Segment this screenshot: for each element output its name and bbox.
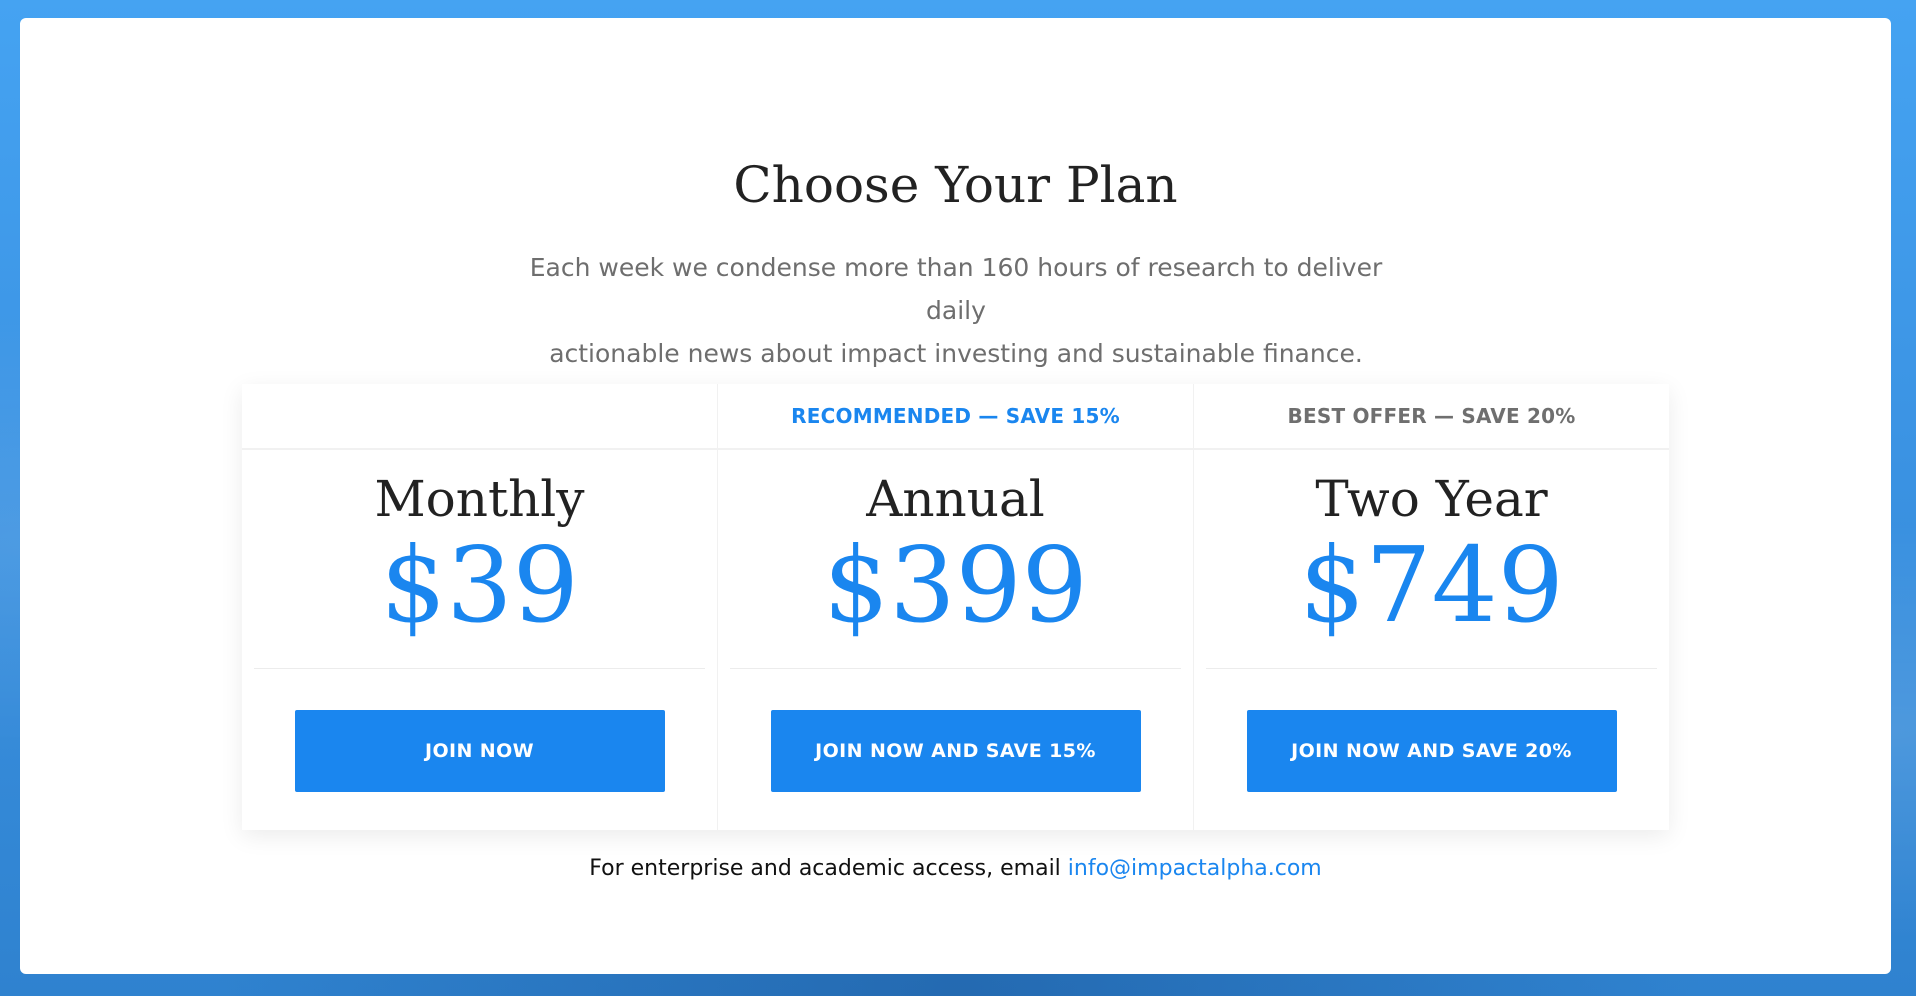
plan-price: $39 (380, 524, 579, 646)
subtitle-line-2: actionable news about impact investing a… (549, 339, 1363, 368)
plans-card: Monthly $39 JOIN NOW RECOMMENDED — SAVE … (242, 384, 1669, 830)
plan-divider (730, 668, 1181, 669)
plan-name: Two Year (1315, 470, 1548, 528)
plan-badge (242, 384, 717, 450)
plan-badge-recommended: RECOMMENDED — SAVE 15% (718, 384, 1193, 450)
email-link[interactable]: info@impactalpha.com (1068, 856, 1322, 881)
plan-name: Monthly (374, 470, 585, 528)
join-two-year-button[interactable]: JOIN NOW AND SAVE 20% (1246, 710, 1617, 792)
page-subtitle: Each week we condense more than 160 hour… (500, 246, 1412, 375)
plan-badge-best-offer: BEST OFFER — SAVE 20% (1194, 384, 1669, 450)
plan-name: Annual (866, 470, 1045, 528)
plan-selection-modal: Choose Your Plan Each week we condense m… (20, 18, 1891, 974)
plan-divider (1206, 668, 1657, 669)
plan-divider (254, 668, 705, 669)
plan-price: $399 (823, 524, 1088, 646)
plan-monthly: Monthly $39 JOIN NOW (242, 384, 718, 830)
plan-price: $749 (1299, 524, 1564, 646)
plan-two-year: BEST OFFER — SAVE 20% Two Year $749 JOIN… (1194, 384, 1669, 830)
subtitle-line-1: Each week we condense more than 160 hour… (529, 253, 1383, 325)
page-title: Choose Your Plan (733, 156, 1178, 214)
join-annual-button[interactable]: JOIN NOW AND SAVE 15% (770, 710, 1141, 792)
footer-text: For enterprise and academic access, emai… (589, 856, 1068, 881)
join-now-button[interactable]: JOIN NOW (294, 710, 665, 792)
footer-note: For enterprise and academic access, emai… (20, 856, 1891, 881)
plan-annual: RECOMMENDED — SAVE 15% Annual $399 JOIN … (718, 384, 1194, 830)
